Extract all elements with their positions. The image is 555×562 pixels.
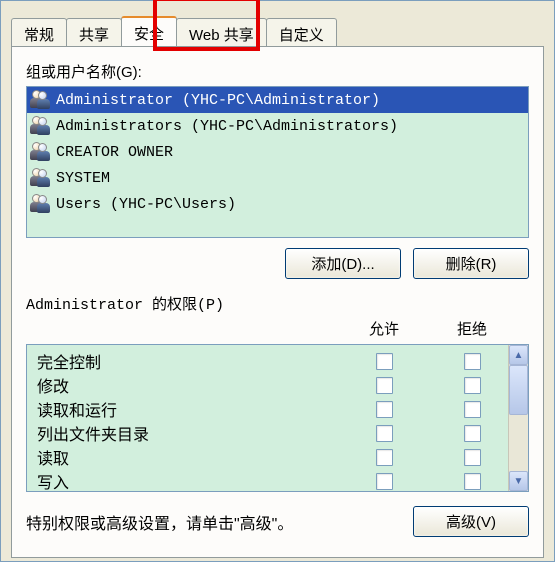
user-name: Users (YHC-PC\Users) bbox=[56, 196, 236, 213]
user-row[interactable]: Users (YHC-PC\Users) bbox=[27, 191, 528, 217]
group-icon bbox=[30, 167, 52, 189]
perm-name: 列出文件夹目录 bbox=[37, 421, 344, 445]
panel-security: 组或用户名称(G): Administrator (YHC-PC\Adminis… bbox=[11, 46, 544, 558]
perm-row: 写入 bbox=[37, 469, 508, 491]
tab-webshare[interactable]: Web 共享 bbox=[176, 18, 267, 48]
user-list[interactable]: Administrator (YHC-PC\Administrator) Adm… bbox=[26, 86, 529, 238]
perm-name: 修改 bbox=[37, 373, 344, 397]
group-icon bbox=[30, 141, 52, 163]
tab-strip: 常规 共享 安全 Web 共享 自定义 bbox=[11, 16, 544, 46]
deny-checkbox[interactable] bbox=[464, 425, 481, 442]
perm-row: 读取和运行 bbox=[37, 397, 508, 421]
perm-row: 完全控制 bbox=[37, 349, 508, 373]
advanced-hint: 特别权限或高级设置，请单击"高级"。 bbox=[26, 510, 293, 534]
allow-checkbox[interactable] bbox=[376, 449, 393, 466]
user-name: SYSTEM bbox=[56, 170, 110, 187]
group-icon bbox=[30, 193, 52, 215]
user-name: Administrator (YHC-PC\Administrator) bbox=[56, 92, 380, 109]
perm-row: 读取 bbox=[37, 445, 508, 469]
deny-checkbox[interactable] bbox=[464, 353, 481, 370]
tab-share[interactable]: 共享 bbox=[66, 18, 122, 48]
deny-checkbox[interactable] bbox=[464, 449, 481, 466]
deny-checkbox[interactable] bbox=[464, 377, 481, 394]
scrollbar[interactable]: ▲ ▼ bbox=[508, 345, 528, 491]
user-name: CREATOR OWNER bbox=[56, 144, 173, 161]
user-row[interactable]: Administrators (YHC-PC\Administrators) bbox=[27, 113, 528, 139]
tab-general[interactable]: 常规 bbox=[11, 18, 67, 48]
user-row[interactable]: CREATOR OWNER bbox=[27, 139, 528, 165]
scroll-thumb[interactable] bbox=[509, 365, 528, 415]
allow-checkbox[interactable] bbox=[376, 353, 393, 370]
perm-row: 修改 bbox=[37, 373, 508, 397]
deny-checkbox[interactable] bbox=[464, 473, 481, 490]
perm-name: 完全控制 bbox=[37, 349, 344, 373]
header-deny: 拒绝 bbox=[442, 318, 502, 339]
user-row[interactable]: SYSTEM bbox=[27, 165, 528, 191]
permissions-header: 允许 拒绝 bbox=[26, 318, 529, 339]
permissions-label: Administrator 的权限(P) bbox=[26, 293, 529, 314]
allow-checkbox[interactable] bbox=[376, 473, 393, 490]
perm-name: 写入 bbox=[37, 469, 344, 491]
allow-checkbox[interactable] bbox=[376, 377, 393, 394]
group-icon bbox=[30, 115, 52, 137]
user-row[interactable]: Administrator (YHC-PC\Administrator) bbox=[27, 87, 528, 113]
add-button[interactable]: 添加(D)... bbox=[285, 248, 401, 279]
scroll-up-icon[interactable]: ▲ bbox=[509, 345, 528, 365]
allow-checkbox[interactable] bbox=[376, 401, 393, 418]
tab-security[interactable]: 安全 bbox=[121, 16, 177, 46]
advanced-button[interactable]: 高级(V) bbox=[413, 506, 529, 537]
remove-button[interactable]: 删除(R) bbox=[413, 248, 529, 279]
group-label: 组或用户名称(G): bbox=[26, 61, 529, 82]
user-name: Administrators (YHC-PC\Administrators) bbox=[56, 118, 398, 135]
group-icon bbox=[30, 89, 52, 111]
scroll-track[interactable] bbox=[509, 415, 528, 471]
permissions-list: 完全控制 修改 读取和运行 列出文件夹目录 bbox=[26, 344, 529, 492]
perm-name: 读取和运行 bbox=[37, 397, 344, 421]
perm-row: 列出文件夹目录 bbox=[37, 421, 508, 445]
allow-checkbox[interactable] bbox=[376, 425, 393, 442]
perm-name: 读取 bbox=[37, 445, 344, 469]
scroll-down-icon[interactable]: ▼ bbox=[509, 471, 528, 491]
header-allow: 允许 bbox=[354, 318, 414, 339]
deny-checkbox[interactable] bbox=[464, 401, 481, 418]
tab-custom[interactable]: 自定义 bbox=[266, 18, 337, 48]
